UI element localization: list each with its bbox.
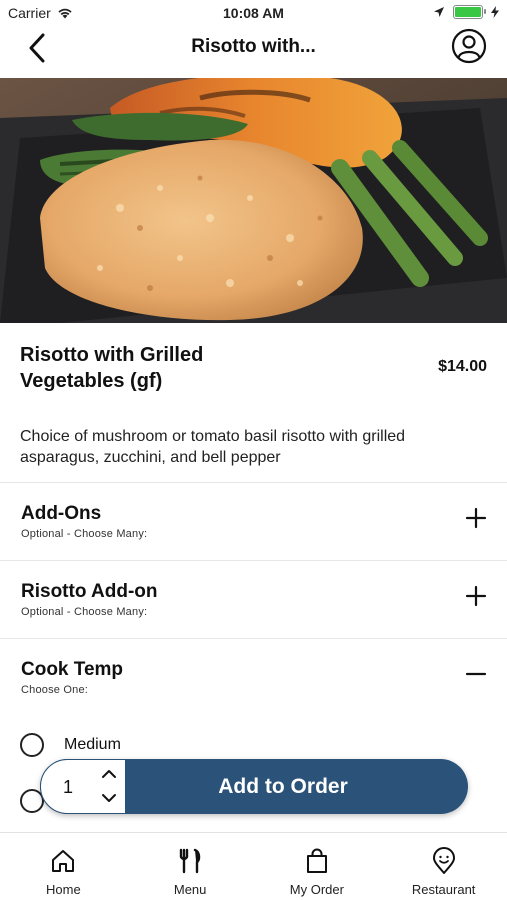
section-risotto-add-on[interactable]: Risotto Add-on Optional - Choose Many: — [0, 560, 507, 639]
location-pin-icon — [430, 847, 458, 875]
location-arrow-icon — [434, 7, 444, 17]
option-label: Medium — [64, 736, 121, 753]
item-header: Risotto with Grilled Vegetables (gf) $14… — [20, 342, 487, 394]
utensils-icon — [176, 847, 204, 875]
section-cook-temp[interactable]: Cook Temp Choose One: — [0, 638, 507, 717]
item-price: $14.00 — [438, 358, 487, 375]
add-to-order-bar: 1 Add to Order — [40, 759, 468, 814]
plus-icon[interactable] — [465, 585, 487, 607]
chevron-up-icon — [102, 770, 116, 778]
charging-icon — [491, 6, 499, 18]
minus-icon[interactable] — [465, 663, 487, 685]
tab-restaurant[interactable]: Restaurant — [380, 833, 507, 900]
add-to-order-button[interactable]: Add to Order — [126, 759, 468, 814]
section-title: Add-Ons — [21, 503, 102, 524]
tab-home[interactable]: Home — [0, 833, 127, 900]
status-time: 10:08 AM — [223, 5, 284, 21]
tab-bar: Home Menu My Order Restaurant — [0, 832, 507, 900]
dish-photo — [0, 78, 507, 323]
tab-menu[interactable]: Menu — [127, 833, 254, 900]
item-name: Risotto with Grilled Vegetables (gf) — [20, 344, 204, 392]
tab-label: Home — [46, 882, 81, 897]
tab-label: Menu — [173, 882, 207, 897]
section-title: Cook Temp — [21, 659, 124, 680]
quantity-stepper[interactable]: 1 — [40, 759, 126, 814]
plus-icon[interactable] — [465, 507, 487, 529]
quantity-decrease-button[interactable] — [99, 790, 119, 806]
home-icon — [49, 847, 77, 875]
section-add-ons[interactable]: Add-Ons Optional - Choose Many: — [0, 482, 507, 561]
section-title: Risotto Add-on — [21, 581, 158, 602]
section-subtitle: Optional - Choose Many: — [21, 528, 148, 540]
section-subtitle: Choose One: — [21, 684, 89, 696]
tab-label: Restaurant — [411, 882, 476, 897]
tab-label: My Order — [289, 882, 344, 897]
user-circle-icon — [451, 28, 487, 64]
tab-my-order[interactable]: My Order — [254, 833, 381, 900]
battery-fill — [455, 7, 481, 17]
profile-button[interactable] — [451, 28, 487, 64]
radio-button[interactable] — [20, 733, 44, 757]
nav-bar: Risotto with... — [0, 24, 507, 78]
shopping-bag-icon — [303, 847, 331, 875]
quantity-increase-button[interactable] — [99, 766, 119, 782]
quantity-value: 1 — [63, 777, 74, 797]
battery-icon — [453, 5, 486, 19]
page-title: Risotto with... — [191, 36, 316, 57]
status-right — [433, 5, 499, 19]
item-description: Choice of mushroom or tomato basil risot… — [20, 428, 406, 466]
section-subtitle: Optional - Choose Many: — [21, 606, 148, 618]
option-medium[interactable]: Medium — [20, 733, 121, 757]
chevron-down-icon — [102, 794, 116, 802]
dish-illustration — [0, 78, 507, 323]
